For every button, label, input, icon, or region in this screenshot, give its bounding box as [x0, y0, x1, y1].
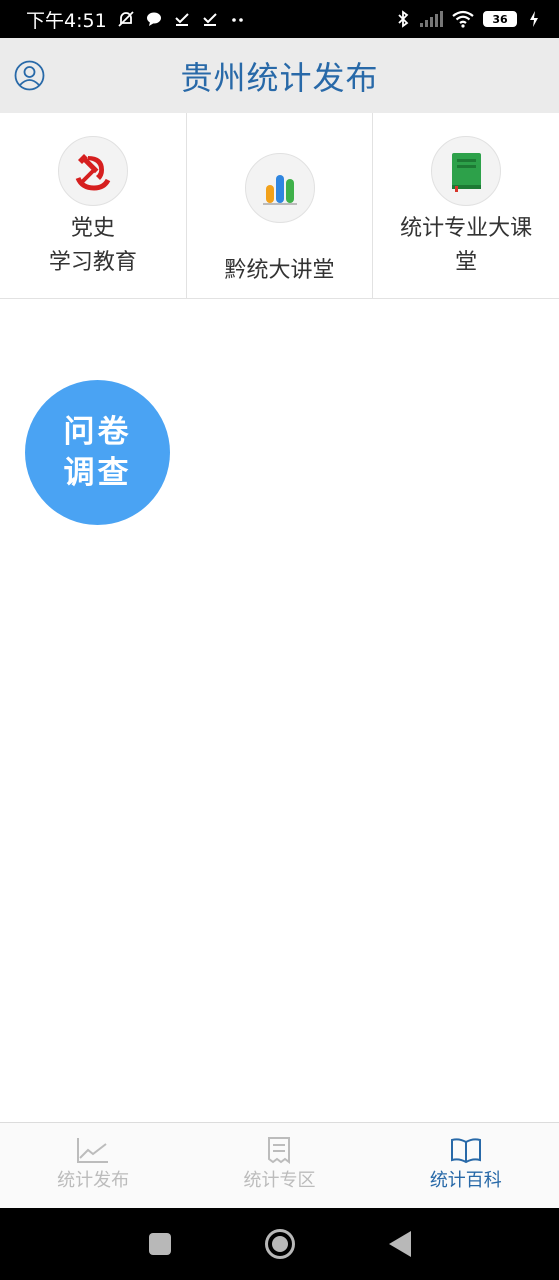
menu-label-line2: 学习教育 [48, 250, 137, 275]
survey-button[interactable]: 问卷 调查 [25, 380, 170, 525]
menu-item-party-history[interactable]: 党史 学习教育 [0, 113, 187, 298]
user-icon[interactable] [14, 60, 45, 91]
tab-stat-encyclopedia[interactable]: 统计百科 [373, 1123, 559, 1208]
tab-label: 统计发布 [57, 1170, 130, 1191]
check-icon [201, 10, 219, 28]
menu-item-stat-course[interactable]: 统计专业大课 堂 [373, 113, 559, 298]
open-book-icon [449, 1136, 483, 1164]
survey-label-line1: 问卷 [63, 413, 132, 450]
status-time: 下午4:51 [26, 9, 107, 32]
bluetooth-icon [394, 10, 412, 28]
menu-item-lecture[interactable]: 黔统大讲堂 [187, 113, 374, 298]
tab-label: 统计百科 [429, 1170, 502, 1191]
party-emblem-icon [57, 136, 128, 206]
line-chart-icon [76, 1136, 110, 1164]
back-icon[interactable] [388, 1231, 411, 1257]
chat-bubble-icon [145, 10, 163, 28]
menu-label-line1: 统计专业大课 [400, 216, 533, 241]
tab-stat-release[interactable]: 统计发布 [0, 1123, 186, 1208]
tab-stat-zone[interactable]: 统计专区 [186, 1123, 372, 1208]
tab-label: 统计专区 [243, 1170, 316, 1191]
battery-icon: 36 [483, 11, 517, 27]
system-nav-bar [0, 1208, 559, 1280]
book-icon [431, 136, 502, 206]
menu-label-line1: 党史 [70, 216, 115, 241]
page-title: 贵州统计发布 [180, 58, 379, 97]
feature-menu: 党史 学习教育 黔统大讲堂 统计专业大课 堂 [0, 113, 559, 299]
survey-label-line2: 调查 [63, 454, 132, 491]
signal-icon [420, 11, 443, 27]
mute-icon [117, 10, 135, 28]
charging-icon [525, 10, 543, 28]
bottom-tab-bar: 统计发布 统计专区 统计百科 [0, 1122, 559, 1208]
home-icon[interactable] [264, 1229, 295, 1259]
menu-label: 黔统大讲堂 [224, 258, 335, 283]
more-dots-icon [229, 10, 247, 28]
menu-label-line2: 堂 [455, 250, 478, 275]
check-icon [173, 10, 191, 28]
recent-apps-icon[interactable] [148, 1233, 171, 1255]
status-bar: 下午4:51 36 [0, 0, 559, 38]
app-header: 贵州统计发布 [0, 38, 559, 113]
bar-chart-icon [244, 153, 315, 223]
wifi-icon [451, 10, 475, 28]
receipt-icon [262, 1136, 296, 1164]
